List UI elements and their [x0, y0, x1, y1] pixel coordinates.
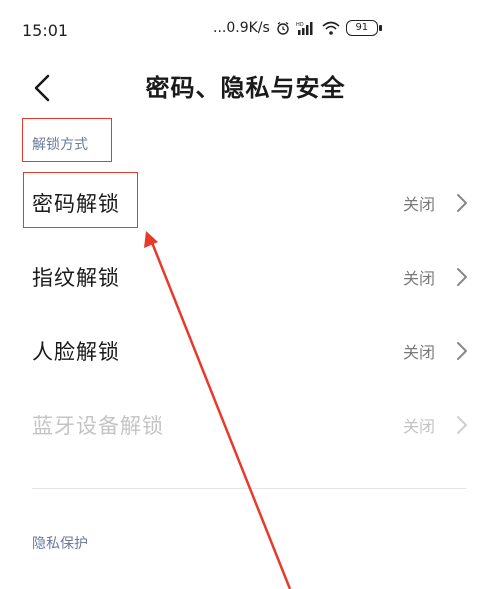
header: 密码、隐私与安全 — [0, 64, 491, 112]
signal-icon: HD — [296, 22, 313, 35]
divider — [32, 488, 467, 489]
svg-text:HD: HD — [296, 22, 304, 28]
row-label: 人脸解锁 — [32, 340, 120, 364]
row-bluetooth-unlock[interactable]: 蓝牙设备解锁 关闭 — [0, 396, 491, 452]
annotation-box-password — [23, 172, 138, 228]
row-fingerprint-unlock[interactable]: 指纹解锁 关闭 — [0, 248, 491, 304]
chevron-right-icon — [457, 416, 467, 434]
network-speed: ...0.9K/s — [213, 20, 270, 36]
status-bar: 15:01 ...0.9K/s HD 91 — [0, 0, 491, 64]
row-label: 蓝牙设备解锁 — [32, 414, 164, 438]
chevron-right-icon — [457, 268, 467, 286]
back-arrow-icon[interactable] — [30, 70, 54, 106]
page-title: 密码、隐私与安全 — [145, 74, 346, 102]
alarm-icon — [277, 22, 289, 35]
chevron-right-icon — [457, 342, 467, 360]
row-status: 关闭 — [402, 269, 435, 288]
row-status: 关闭 — [402, 417, 435, 436]
row-status: 关闭 — [402, 195, 435, 214]
row-status: 关闭 — [402, 343, 435, 362]
row-label: 指纹解锁 — [32, 266, 120, 290]
section-label-privacy: 隐私保护 — [32, 536, 88, 552]
chevron-right-icon — [457, 194, 467, 212]
status-time: 15:01 — [22, 21, 69, 40]
battery-icon: 91 — [345, 20, 382, 36]
annotation-box-section — [22, 118, 112, 162]
status-icons: ...0.9K/s HD 91 — [213, 20, 382, 36]
wifi-icon — [322, 21, 340, 35]
row-face-unlock[interactable]: 人脸解锁 关闭 — [0, 322, 491, 378]
